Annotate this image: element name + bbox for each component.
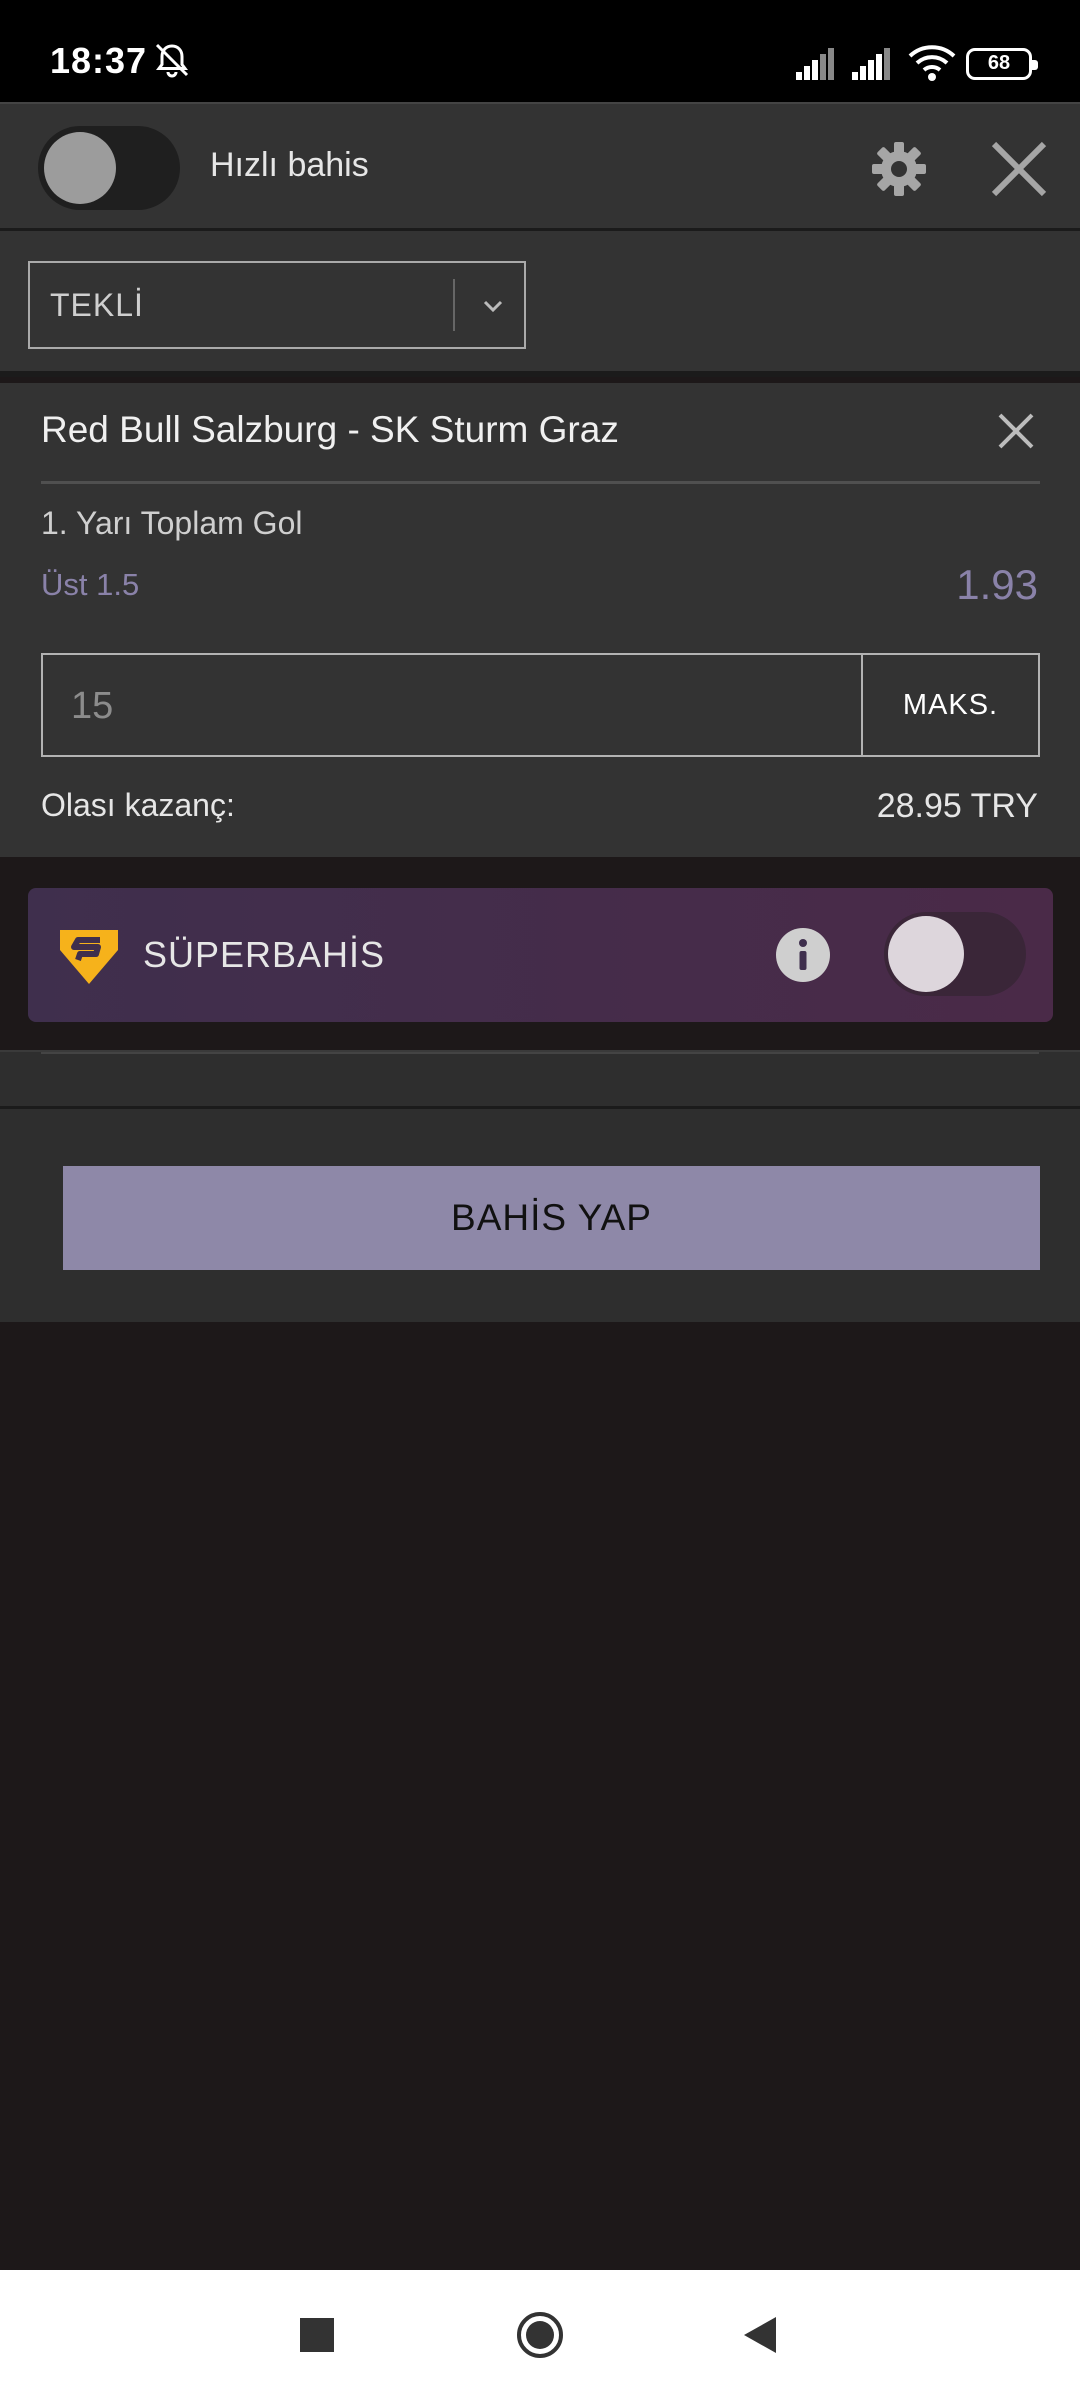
superbahis-logo-icon (60, 930, 118, 984)
superbahis-section: SÜPERBAHİS (0, 857, 1080, 1050)
gear-icon[interactable] (870, 140, 928, 198)
place-bet-button[interactable]: BAHİS YAP (63, 1166, 1040, 1270)
stake-value: 15 (71, 685, 114, 727)
signal-icon (796, 48, 834, 80)
winnings-value: 28.95 TRY (876, 787, 1038, 825)
home-icon[interactable] (515, 2310, 565, 2360)
recents-icon[interactable] (300, 2318, 334, 2352)
bet-card: Red Bull Salzburg - SK Sturm Graz 1. Yar… (0, 383, 1080, 857)
max-stake-button[interactable]: MAKS. (861, 653, 1040, 757)
info-icon[interactable] (776, 928, 830, 982)
close-icon[interactable] (988, 138, 1050, 200)
battery-icon: 68 (966, 48, 1038, 80)
selection-name: Üst 1.5 (41, 567, 140, 602)
wifi-icon (908, 45, 956, 81)
market-name: 1. Yarı Toplam Gol (41, 505, 303, 541)
place-bet-area: BAHİS YAP (0, 1106, 1080, 1322)
status-time: 18:37 (50, 40, 148, 81)
back-icon[interactable] (742, 2315, 778, 2355)
battery-nub (1032, 60, 1038, 70)
battery-level: 68 (987, 52, 1011, 74)
odds-value: 1.93 (956, 561, 1038, 608)
toggle-knob (888, 916, 964, 992)
remove-bet-icon[interactable] (996, 411, 1036, 451)
bet-type-value: TEKLİ (50, 287, 144, 323)
signal-icon (852, 48, 890, 80)
bet-type-row: TEKLİ (0, 231, 1080, 377)
status-bar: 18:37 68 (0, 0, 1080, 102)
quick-bet-toggle[interactable] (38, 126, 180, 210)
bell-off-icon (155, 43, 189, 78)
toggle-knob (44, 132, 116, 204)
match-title: Red Bull Salzburg - SK Sturm Graz (41, 409, 619, 450)
stake-input[interactable]: 15 (41, 653, 863, 757)
navigation-bar (0, 2270, 1080, 2400)
superbahis-toggle[interactable] (884, 912, 1026, 996)
betslip-header: Hızlı bahis (0, 102, 1080, 231)
card-divider (41, 481, 1040, 484)
superbahis-label: SÜPERBAHİS (143, 934, 386, 975)
superbahis-banner: SÜPERBAHİS (28, 888, 1053, 1022)
chevron-down-icon (483, 300, 503, 313)
section-separator (0, 1050, 1080, 1106)
select-divider (453, 279, 455, 331)
winnings-label: Olası kazanç: (41, 787, 235, 823)
quick-bet-label: Hızlı bahis (210, 146, 369, 184)
bet-type-select[interactable]: TEKLİ (28, 261, 526, 349)
